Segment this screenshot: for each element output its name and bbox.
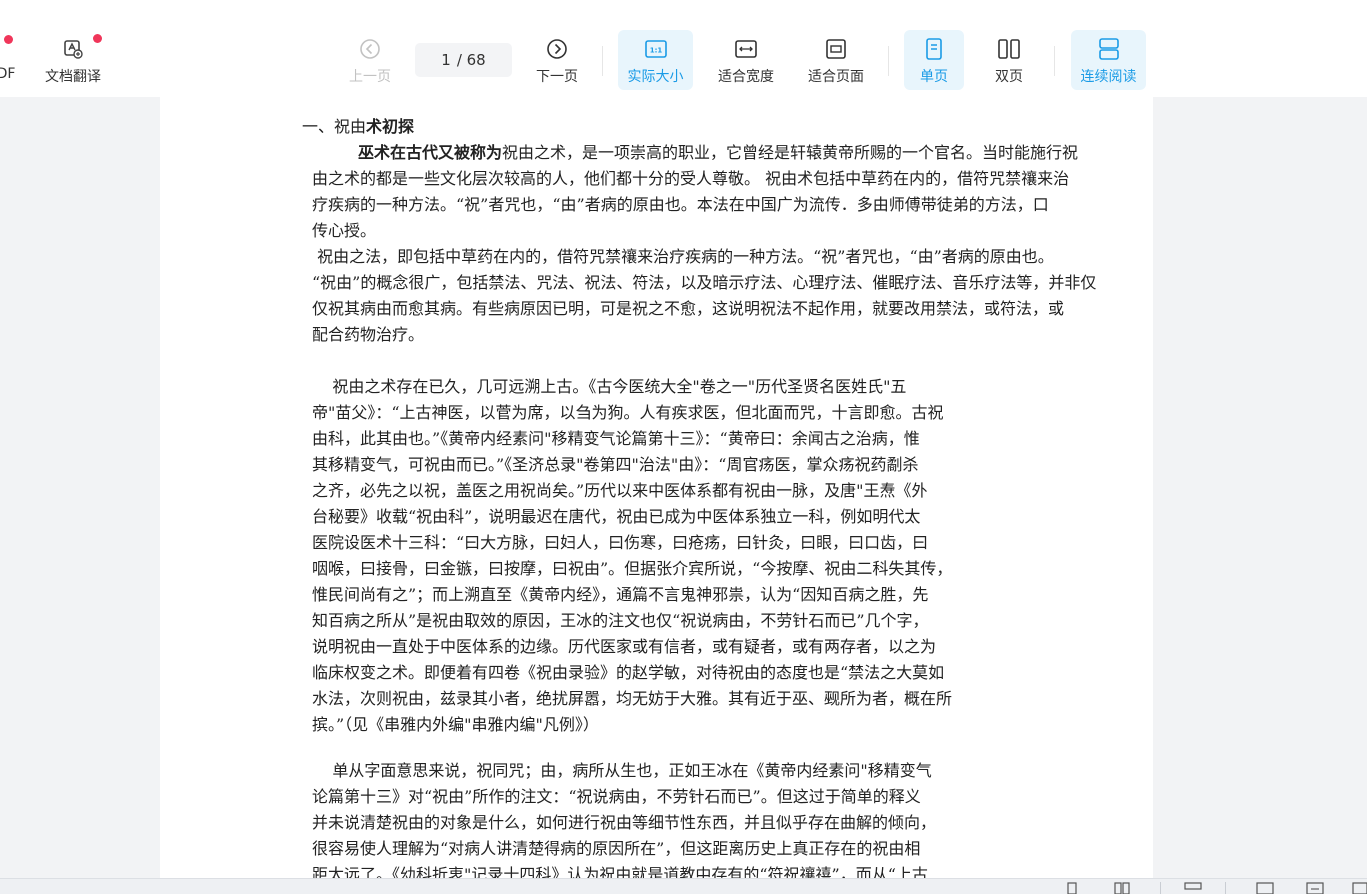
paragraph-line: 台秘要》收载“祝由科”，说明最迟在唐代，祝由已成为中医体系独立一科，例如明代太 <box>312 507 921 526</box>
arrow-right-circle-icon <box>542 34 572 64</box>
fit-width-mini-icon[interactable] <box>1305 882 1325 894</box>
actual-size-icon: 1:1 <box>641 34 671 64</box>
translate-badge <box>93 34 102 43</box>
continuous-mini-icon[interactable] <box>1183 882 1203 894</box>
paragraph-line: 很容易使人理解为“对病人讲清楚得病的原因所在”，但这距离历史上真正存在的祝由相 <box>312 839 921 858</box>
fit-width-button[interactable]: 适合宽度 <box>708 30 784 90</box>
status-divider <box>1160 882 1161 894</box>
continuous-read-label: 连续阅读 <box>1080 69 1137 85</box>
paragraph-line: 距太远了。《幼科折衷"记录十四科》认为祝由就是道教中存有的“符祝禳禧”，而从“上… <box>312 865 928 878</box>
page-current[interactable]: 1 <box>441 51 451 69</box>
page-total: / 68 <box>456 51 486 69</box>
paragraph-line: 帝"苗父》：“上古神医，以菅为席，以刍为狗。人有疾求医，但北面而咒，十言即愈。古… <box>312 403 944 422</box>
actual-size-button[interactable]: 1:1 实际大小 <box>618 30 693 90</box>
single-page-label: 单页 <box>920 69 948 85</box>
paragraph-line: 医院设医术十三科：“曰大方脉，曰妇人，曰伤寒，曰疮疡，曰针灸，曰眼，曰口齿，曰 <box>312 533 929 552</box>
paragraph-line: 惟民间尚有之”；而上溯直至《黄帝内经》，通篇不言鬼神邪祟，认为“因知百病之胜，先 <box>312 585 929 604</box>
fit-page-label: 适合页面 <box>808 69 864 85</box>
fit-page-icon <box>821 34 851 64</box>
paragraph-line: 祝由之术存在已久，几可远溯上古。《古今医统大全"卷之一"历代圣贤名医姓氏"五 <box>312 377 907 396</box>
translate-icon <box>58 34 88 64</box>
prev-page-label: 上一页 <box>349 69 391 85</box>
paragraph-line: 水法，次则祝由，兹录其小者，绝扰屏嚣，均无妨于大雅。其有近于巫、觋所为者，概在所 <box>312 689 953 708</box>
fit-width-label: 适合宽度 <box>718 69 774 85</box>
para1-bold: 巫术在古代又被称为 <box>358 143 503 162</box>
prev-page-button[interactable]: 上一页 <box>340 30 400 90</box>
paragraph-line: 摈。”（见《串雅内外编"串雅内编"凡例》） <box>312 715 599 734</box>
pdf-badge <box>4 35 13 44</box>
paragraph-line: 传心授。 <box>312 221 377 240</box>
paragraph-line: 仅祝其病由而愈其病。有些病原因已明，可是祝之不愈，这说明祝法不起作用，就要改用禁… <box>312 299 1065 318</box>
toolbar-divider <box>1054 46 1055 76</box>
fit-page-mini-icon[interactable] <box>1351 882 1367 894</box>
single-page-icon <box>919 34 949 64</box>
actual-size-mini-icon[interactable] <box>1255 882 1275 894</box>
paragraph-line: 配合药物治疗。 <box>312 325 425 344</box>
continuous-read-button[interactable]: 连续阅读 <box>1071 30 1146 90</box>
fit-page-button[interactable]: 适合页面 <box>798 30 874 90</box>
actual-size-label: 实际大小 <box>627 69 684 85</box>
paragraph-line: 单从字面意思来说，祝同咒；由，病所从生也，正如王冰在《黄帝内经素问"移精变气 <box>312 761 932 780</box>
heading-prefix: 一、祝由 <box>302 117 367 136</box>
paragraph-line: 并未说清楚祝由的对象是什么，如何进行祝由等细节性东西，并且似乎存在曲解的倾向， <box>312 813 937 832</box>
double-page-button[interactable]: 双页 <box>979 30 1039 90</box>
paragraph-line: 疗疾病的一种方法。“祝”者咒也，“由”者病的原由也。本法在中国广为流传．多由师傅… <box>312 195 1049 214</box>
page-indicator[interactable]: 1 / 68 <box>415 43 512 77</box>
para1-rest: 祝由之术，是一项崇高的职业，它曾经是轩辕黄帝所赐的一个官名。当时能施行祝 <box>502 143 1079 162</box>
paragraph-line: 说明祝由一直处于中医体系的边缘。历代医家或有信者，或有疑者，或有两存者，以之为 <box>312 637 937 656</box>
paragraph-line: 之齐，必先之以祝，盖医之用祝尚矣。”历代以来中医体系都有祝由一脉，及唐"王焘《外 <box>312 481 928 500</box>
continuous-read-icon <box>1094 34 1124 64</box>
paragraph-line: 由之术的都是一些文化层次较高的人，他们都十分的受人尊敬。 祝由术包括中草药在内的… <box>312 169 1070 188</box>
translate-label: 文档翻译 <box>45 69 101 85</box>
paragraph-line: 巫术在古代又被称为祝由之术，是一项崇高的职业，它曾经是轩辕黄帝所赐的一个官名。当… <box>358 140 1078 166</box>
next-page-label: 下一页 <box>536 69 578 85</box>
paragraph-line: 祝由之法，即包括中草药在内的，借符咒禁禳来治疗疾病的一种方法。“祝”者咒也，“由… <box>312 247 1054 266</box>
fit-width-icon <box>731 34 761 64</box>
document-page: 一、祝由术初探 巫术在古代又被称为祝由之术，是一项崇高的职业，它曾经是轩辕黄帝所… <box>160 97 1153 878</box>
next-page-button[interactable]: 下一页 <box>527 30 587 90</box>
status-bar <box>0 878 1367 894</box>
toolbar-divider <box>602 46 603 76</box>
paragraph-line: 由科，此其由也。”《黄帝内经素问"移精变气论篇第十三》：“黄帝曰：余闻古之治病，… <box>312 429 920 448</box>
paragraph-line: 知百病之所从”是祝由取效的原因，王冰的注文也仅“祝说病由，不劳针石而已”几个字， <box>312 611 929 630</box>
double-page-label: 双页 <box>995 69 1023 85</box>
toolbar-divider <box>888 46 889 76</box>
pdf-label: DF <box>0 66 16 82</box>
section-heading: 一、祝由术初探 <box>302 114 414 140</box>
svg-text:1:1: 1:1 <box>649 47 662 55</box>
double-page-mini-icon[interactable] <box>1113 882 1131 894</box>
window-top-strip <box>0 0 1367 24</box>
paragraph-line: 临床权变之术。即便着有四卷《祝由录验》的赵学敏，对待祝由的态度也是“禁法之大莫如 <box>312 663 945 682</box>
single-page-mini-icon[interactable] <box>1065 882 1079 894</box>
reader-toolbar: DF 文档翻译 上一页 1 / 68 下一页 1:1 实际大小 适合宽度 适合页… <box>0 24 1367 97</box>
paragraph-line: 论篇第十三》对“祝由”所作的注文：“祝说病由，不劳针石而已”。但这过于简单的释义 <box>312 787 921 806</box>
paragraph-line: “祝由”的概念很广，包括禁法、咒法、祝法、符法，以及暗示疗法、心理疗法、催眠疗法… <box>312 273 1097 292</box>
status-divider <box>1225 882 1226 894</box>
paragraph-line: 其移精变气，可祝由而已。”《圣济总录"卷第四"治法"由》：“周官疡医，掌众疡祝药… <box>312 455 919 474</box>
heading-bold: 术初探 <box>366 117 415 136</box>
double-page-icon <box>994 34 1024 64</box>
single-page-button[interactable]: 单页 <box>904 30 964 90</box>
arrow-left-circle-icon <box>355 34 385 64</box>
paragraph-line: 咽喉，曰接骨，曰金镞，曰按摩，曰祝由”。但据张介宾所说，“今按摩、祝由二科失其传… <box>312 559 953 578</box>
